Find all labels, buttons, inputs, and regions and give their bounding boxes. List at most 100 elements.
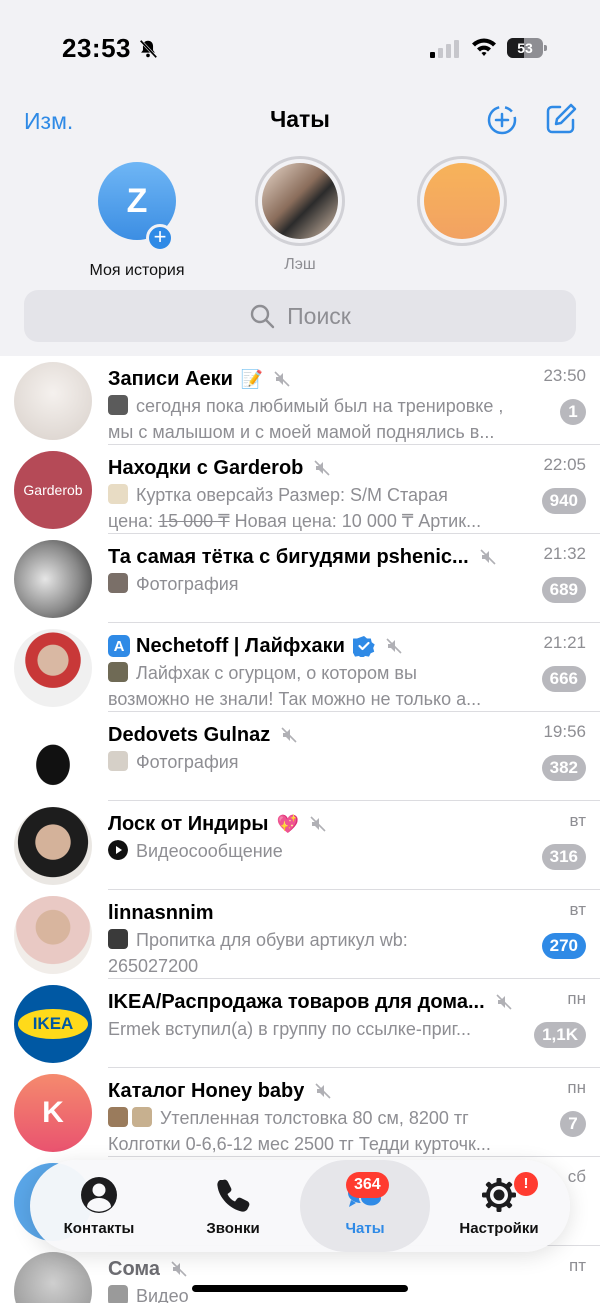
chat-preview: Ermek вступил(а) в группу по ссылке-приг… xyxy=(108,1019,472,1039)
tab-bar: Контакты Звонки 364 Чаты ! Настройки xyxy=(30,1160,570,1252)
chat-preview: 265027200 xyxy=(108,956,199,976)
chat-row[interactable]: Dedovets Gulnaz 19:56 Фотография 382 xyxy=(0,712,600,801)
chat-name: Каталог Honey baby xyxy=(108,1079,305,1102)
tab-chats[interactable]: 364 Чаты xyxy=(300,1160,430,1252)
tab-calls[interactable]: Звонки xyxy=(168,1160,298,1252)
avatar xyxy=(14,629,92,707)
chat-preview: мы с малышом и с моей мамой поднялись в.… xyxy=(108,422,495,442)
photo-thumb-icon xyxy=(108,573,128,593)
mute-icon xyxy=(386,638,402,654)
phone-icon xyxy=(217,1179,250,1212)
chat-row[interactable]: linnasnnim вт Пропитка для обуви артикул… xyxy=(0,890,600,979)
battery-indicator: 53 xyxy=(507,38,547,58)
chats-unread-badge: 364 xyxy=(346,1172,389,1198)
chat-name: Лоск от Индиры xyxy=(108,812,269,835)
chat-name: IKEA/Распродажа товаров для дома... xyxy=(108,990,485,1013)
chat-preview: Лайфхак с огурцом, о котором вы xyxy=(136,663,417,683)
chat-row[interactable]: K Каталог Honey baby пн Утепленная толст… xyxy=(0,1068,600,1157)
unread-badge: 689 xyxy=(541,577,586,603)
cellular-signal-icon xyxy=(430,40,459,58)
search-icon xyxy=(250,304,275,329)
chat-row[interactable]: IKEA IKEA/Распродажа товаров для дома...… xyxy=(0,979,600,1068)
chat-time: пн xyxy=(567,1078,586,1097)
compose-icon[interactable] xyxy=(544,102,578,136)
avatar xyxy=(14,1252,92,1303)
avatar xyxy=(14,362,92,440)
chat-preview: Новая цена: 10 000 ₸ Артик... xyxy=(229,511,482,531)
unread-badge: 270 xyxy=(541,933,586,959)
chat-preview: сегодня пока любимый был на тренировке , xyxy=(136,396,504,416)
verified-icon xyxy=(352,636,375,657)
chat-preview: Фотография xyxy=(136,574,239,594)
unread-badge: 666 xyxy=(541,666,586,692)
video-thumb-icon xyxy=(108,1285,128,1303)
chat-row[interactable]: Лоск от Индиры 💖 вт Видеосообщение 316 xyxy=(0,801,600,890)
old-price: 15 000 ₸ xyxy=(158,511,230,531)
chat-preview: Видеосообщение xyxy=(136,841,283,861)
chat-row[interactable]: Записи Аеки 📝 23:50 сегодня пока любимый… xyxy=(0,356,600,445)
ikea-logo: IKEA xyxy=(18,1009,88,1039)
chat-row[interactable]: Та самая тётка с бигудями pshenic... 21:… xyxy=(0,534,600,623)
chat-name: Та самая тётка с бигудями pshenic... xyxy=(108,545,469,568)
mute-icon xyxy=(496,994,512,1010)
avatar xyxy=(424,163,500,239)
story-lesh[interactable]: Лэш xyxy=(215,156,385,274)
avatar xyxy=(14,718,92,796)
chat-name: Сома xyxy=(108,1257,161,1280)
sparkling-heart-icon: 💖 xyxy=(276,813,299,834)
search-input[interactable]: Поиск xyxy=(24,290,576,342)
avatar xyxy=(14,540,92,618)
mute-icon xyxy=(314,460,330,476)
avatar: Garderob xyxy=(14,451,92,529)
tab-label: Настройки xyxy=(459,1220,539,1237)
unread-badge: 7 xyxy=(560,1111,586,1137)
new-story-icon[interactable] xyxy=(486,104,518,136)
chat-row[interactable]: Сома пт Видео xyxy=(0,1246,600,1303)
mute-icon xyxy=(480,549,496,565)
add-story-icon: + xyxy=(146,224,174,252)
tab-contacts[interactable]: Контакты xyxy=(34,1160,164,1252)
status-time: 23:53 xyxy=(62,33,131,63)
tab-label: Звонки xyxy=(206,1220,260,1237)
chat-preview: Куртка оверсайз Размер: S/M Старая xyxy=(136,485,448,505)
bell-off-icon xyxy=(139,39,158,59)
tab-label: Чаты xyxy=(345,1220,385,1237)
mute-icon xyxy=(171,1261,187,1277)
avatar xyxy=(262,163,338,239)
tab-settings[interactable]: ! Настройки xyxy=(434,1160,564,1252)
chat-time: 19:56 xyxy=(543,722,586,741)
chat-time: вт xyxy=(569,900,586,919)
search-placeholder: Поиск xyxy=(287,302,351,329)
chat-time: 23:50 xyxy=(543,366,586,385)
chat-name: Находки с Garderob xyxy=(108,456,304,479)
story-orange[interactable] xyxy=(377,156,547,256)
chat-row[interactable]: Garderob Находки с Garderob 22:05 Куртка… xyxy=(0,445,600,534)
chat-preview: Колготки 0-6,6-12 мес 2500 тг Тедди курт… xyxy=(108,1134,491,1154)
story-my[interactable]: Z + Моя история xyxy=(52,156,222,280)
photo-thumb-icon xyxy=(132,1107,152,1127)
photo-thumb-icon xyxy=(108,484,128,504)
chat-time: 21:21 xyxy=(543,633,586,652)
gear-icon xyxy=(482,1178,516,1212)
chat-name: Dedovets Gulnaz xyxy=(108,723,271,746)
chat-preview: возможно не знали! Так можно не только а… xyxy=(108,689,482,709)
home-indicator xyxy=(192,1285,408,1292)
chat-preview: Утепленная толстовка 80 см, 8200 тг xyxy=(160,1108,469,1128)
wifi-icon xyxy=(472,38,496,56)
chat-time: 22:05 xyxy=(543,455,586,474)
chat-preview: Видео xyxy=(136,1286,189,1303)
video-thumb-icon xyxy=(108,929,128,949)
mute-icon xyxy=(274,371,290,387)
chat-preview: Фотография xyxy=(136,752,239,772)
avatar xyxy=(14,896,92,974)
unread-badge: 382 xyxy=(541,755,586,781)
chat-time: пн xyxy=(567,989,586,1008)
person-icon xyxy=(81,1177,117,1213)
mute-icon xyxy=(310,816,326,832)
chat-name: Nechetoff | Лайфхаки xyxy=(136,634,345,657)
chat-name: linnasnnim xyxy=(108,901,214,924)
mute-icon xyxy=(315,1083,331,1099)
chat-time: вт xyxy=(569,811,586,830)
story-label: Лэш xyxy=(284,256,316,273)
chat-row[interactable]: A Nechetoff | Лайфхаки 21:21 Лайфхак с о… xyxy=(0,623,600,712)
